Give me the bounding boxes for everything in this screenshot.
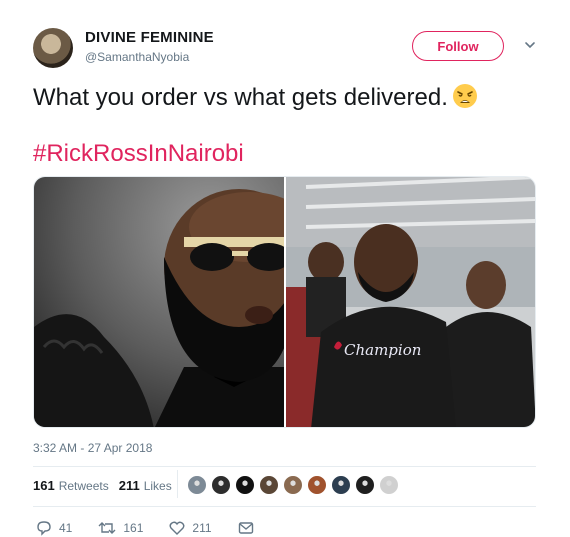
likes-count: 211 (118, 478, 140, 493)
tweet-media[interactable]: Champion (33, 176, 536, 428)
liker-avatar[interactable] (259, 475, 279, 495)
likes-label: Likes (143, 478, 172, 493)
liker-avatar[interactable] (379, 475, 399, 495)
like-button[interactable]: 211 (169, 520, 212, 536)
reply-icon (37, 521, 51, 536)
bearded-man-sunglasses-photo[interactable] (34, 177, 286, 427)
tweet-body: What you order vs what gets delivered. (33, 84, 448, 111)
avatar[interactable] (33, 28, 73, 68)
tweet-text: What you order vs what gets delivered. (33, 83, 478, 112)
chevron-down-icon[interactable] (523, 38, 537, 52)
retweets-label: Retweets (58, 478, 109, 493)
retweet-icon (98, 522, 116, 534)
liker-avatar[interactable] (187, 475, 207, 495)
liker-avatar[interactable] (355, 475, 375, 495)
retweets-count: 161 (33, 478, 55, 493)
likes-stat[interactable]: 211 Likes (119, 478, 172, 493)
hashtag-link[interactable]: #RickRossInNairobi (33, 140, 244, 168)
reply-count: 41 (59, 521, 73, 535)
retweets-stat[interactable]: 161 Retweets (33, 478, 109, 493)
timestamp[interactable]: 3:32 AM - 27 Apr 2018 (33, 441, 152, 455)
retweet-count: 161 (123, 521, 144, 535)
divider (33, 506, 536, 507)
user-handle[interactable]: @SamanthaNyobia (85, 50, 189, 64)
direct-message-button[interactable] (238, 520, 261, 536)
tweet-actions: 41 161 211 (36, 520, 287, 536)
liker-avatar[interactable] (307, 475, 327, 495)
liker-avatar[interactable] (283, 475, 303, 495)
divider (33, 466, 536, 467)
reply-button[interactable]: 41 (36, 520, 72, 536)
follow-button[interactable]: Follow (412, 31, 504, 61)
display-name[interactable]: DIVINE FEMININE (85, 29, 214, 46)
like-count: 211 (192, 521, 212, 535)
stats-separator (177, 470, 178, 498)
retweet-button[interactable]: 161 (98, 520, 143, 536)
hoodie-text: Champion (344, 341, 421, 359)
man-in-champion-hoodie-photo[interactable]: Champion (286, 177, 535, 427)
envelope-icon (238, 522, 253, 534)
liker-avatar[interactable] (331, 475, 351, 495)
engagement-stats: 161 Retweets 211 Likes (33, 478, 182, 493)
liker-avatar[interactable] (211, 475, 231, 495)
liker-avatar[interactable] (235, 475, 255, 495)
liker-avatars[interactable] (187, 475, 403, 495)
weary-face-emoji-icon (452, 84, 477, 108)
heart-icon (169, 521, 185, 535)
